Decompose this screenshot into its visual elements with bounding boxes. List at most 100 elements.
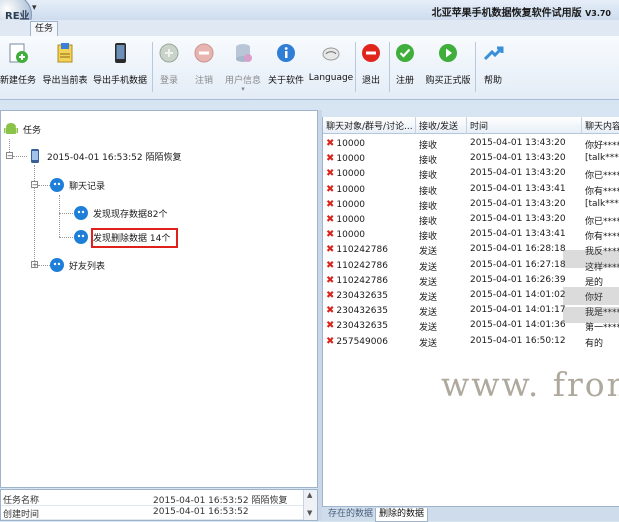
col-header-content[interactable]: 聊天内容 (585, 119, 619, 132)
cell-direction: 接收 (419, 141, 438, 151)
login-label: 登录 (159, 76, 178, 86)
column-divider[interactable] (581, 117, 582, 133)
column-divider[interactable] (466, 117, 467, 133)
tree-line (59, 195, 60, 237)
cell-contact-text: 230432635 (336, 306, 388, 317)
col-header-direction[interactable]: 接收/发送 (419, 119, 467, 132)
cell-contact-text: 110242786 (336, 260, 388, 271)
cell-contact-text: 10000 (336, 199, 366, 210)
register-button[interactable]: 注册 (392, 39, 418, 95)
new-task-icon (6, 41, 30, 65)
property-key: 创建时间 (3, 510, 40, 520)
user-info-button[interactable]: 用户信息 ▾ (224, 39, 262, 95)
app-version: V3.70 (585, 9, 611, 18)
cell-time: 2015-04-01 13:43:41 (470, 183, 566, 194)
cell-direction: 发送 (419, 338, 438, 349)
table-row[interactable]: ✖ 10000 接收 2015-04-01 13:43:20 你已**** (323, 166, 619, 181)
buy-button[interactable]: 购买正式版 (424, 39, 472, 95)
momo-icon (49, 177, 65, 193)
watermark-bar (563, 287, 619, 305)
cell-content: 你已**** (585, 171, 619, 182)
expand-icon[interactable]: + (31, 261, 38, 269)
collapse-icon[interactable]: − (31, 181, 38, 189)
cell-content: 你有**** (585, 232, 619, 243)
deleted-mark-icon: ✖ (326, 138, 335, 149)
cell-contact-text: 10000 (336, 154, 366, 165)
column-divider[interactable] (415, 117, 416, 133)
login-button[interactable]: 登录 (155, 39, 183, 95)
cell-direction: 发送 (419, 293, 438, 303)
cell-contact: ✖ 230432635 (326, 290, 414, 301)
new-task-button[interactable]: 新建任务 (0, 39, 36, 95)
col-header-time[interactable]: 时间 (470, 119, 580, 132)
help-icon (481, 41, 505, 65)
tab-existing-data[interactable]: 存在的数据 (325, 508, 376, 521)
tree-root-task[interactable]: 任务 (3, 121, 41, 137)
cell-contact-text: 10000 (336, 215, 366, 225)
tree-found-existing[interactable]: 发现现存数据82个 (73, 205, 167, 221)
momo-icon (73, 229, 89, 245)
ribbon-tab-row: 任务 (0, 20, 619, 36)
about-button[interactable]: 关于软件 (266, 39, 306, 95)
scroll-up-icon[interactable]: ▲ (307, 491, 312, 499)
table-row[interactable]: ✖ 10000 接收 2015-04-01 13:43:41 你有**** (323, 182, 619, 197)
cell-contact: ✖ 110242786 (326, 275, 414, 286)
tree-line (9, 139, 10, 152)
new-task-label: 新建任务 (0, 76, 37, 86)
cell-direction: 接收 (419, 156, 438, 167)
language-button[interactable]: Language (308, 39, 354, 95)
tree-chat-records[interactable]: 聊天记录 (49, 177, 105, 193)
export-phone-button[interactable]: 导出手机数据 (92, 39, 148, 95)
tab-task[interactable]: 任务 (30, 21, 58, 36)
deleted-mark-icon: ✖ (326, 183, 335, 195)
tree-line (59, 213, 73, 214)
table-row[interactable]: ✖ 110242786 发送 2015-04-01 16:26:39 是的 (323, 273, 619, 288)
exit-button[interactable]: 退出 (358, 39, 384, 95)
export-table-button[interactable]: 导出当前表 (42, 39, 88, 95)
cell-contact-text: 10000 (336, 230, 366, 241)
export-table-label: 导出当前表 (42, 76, 88, 86)
cell-content: 是的 (585, 277, 604, 288)
deleted-mark-icon: ✖ (326, 229, 335, 241)
cell-contact-text: 230432635 (336, 321, 388, 332)
tree-session[interactable]: 2015-04-01 16:53:52 陌陌恢复 (27, 148, 181, 164)
logout-button[interactable]: 注销 (190, 39, 218, 95)
property-value: 2015-04-01 16:53:52 (153, 507, 249, 517)
table-row[interactable]: ✖ 257549006 发送 2015-04-01 16:50:12 有的 (323, 334, 619, 349)
tree-line (13, 156, 27, 157)
tab-deleted-data[interactable]: 删除的数据 (375, 508, 429, 522)
tree-root-label: 任务 (23, 125, 42, 136)
watermark-text: www. fron (441, 365, 619, 404)
property-key: 任务名称 (3, 496, 40, 506)
cell-direction: 接收 (419, 186, 438, 197)
deleted-mark-icon: ✖ (326, 198, 335, 210)
language-label: Language (308, 73, 354, 83)
language-icon (319, 41, 343, 65)
cell-contact: ✖ 110242786 (326, 260, 414, 271)
table-row[interactable]: ✖10000 接收 2015-04-01 13:43:20 [talk**** (323, 197, 619, 212)
cell-direction: 接收 (419, 217, 438, 227)
tree-found-existing-label: 发现现存数据82个 (93, 209, 168, 220)
cell-direction: 接收 (419, 171, 438, 182)
table-row[interactable]: ✖10000 接收 2015-04-01 13:43:20 [talk**** (323, 151, 619, 166)
phone-icon (27, 148, 43, 164)
cell-time: 2015-04-01 13:43:20 (470, 168, 566, 179)
scroll-down-icon[interactable]: ▼ (307, 509, 312, 517)
collapse-icon[interactable]: − (6, 152, 13, 160)
logout-label: 注销 (194, 76, 213, 86)
grid-header: 聊天对象/群号/讨论... 接收/发送 时间 聊天内容 (323, 117, 619, 134)
table-row[interactable]: ✖ 10000 接收 2015-04-01 13:43:20 你已**** (323, 212, 619, 227)
cell-direction: 发送 (419, 308, 438, 319)
ribbon-separator (475, 42, 476, 92)
quick-access-dropdown-icon[interactable]: ▾ (32, 3, 37, 13)
ribbon-toolbar: 新建任务 导出当前表 导出手机数据 登录 注销 用户信息 ▾ 关于软件 Lang… (0, 36, 619, 100)
properties-panel: 任务名称 2015-04-01 16:53:52 陌陌恢复 创建时间 2015-… (0, 489, 318, 521)
tree-friends[interactable]: 好友列表 (49, 257, 105, 273)
deleted-mark-icon: ✖ (326, 335, 335, 347)
help-button[interactable]: 帮助 (479, 39, 507, 95)
col-header-contact[interactable]: 聊天对象/群号/讨论... (326, 119, 416, 132)
table-row[interactable]: ✖ 10000 接收 2015-04-01 13:43:41 你有**** (323, 227, 619, 242)
table-row[interactable]: ✖ 10000 接收 2015-04-01 13:43:20 你好**** (323, 136, 619, 151)
chevron-down-icon: ▾ (241, 85, 245, 93)
properties-scrollbar[interactable]: ▲ ▼ (303, 490, 317, 520)
